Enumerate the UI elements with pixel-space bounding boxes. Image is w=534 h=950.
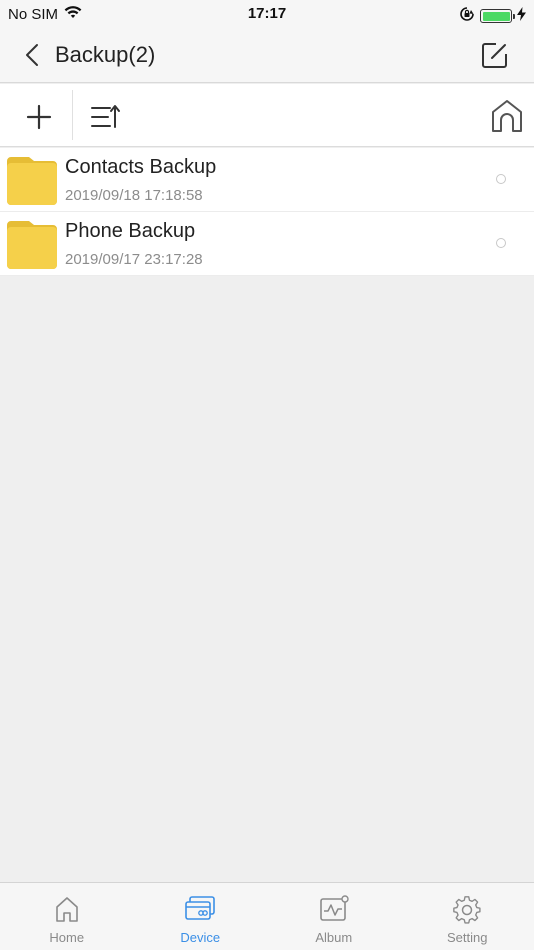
home-outline-icon [492,100,522,132]
tab-bar: Home Device Album Setting [0,882,534,950]
battery-icon [480,9,515,23]
device-icon [185,896,216,920]
tab-album[interactable]: Album [267,883,401,950]
tab-setting[interactable]: Setting [401,883,534,950]
home-icon [55,897,78,922]
edit-button[interactable] [480,40,510,70]
tab-label: Device [180,930,221,945]
file-list: Contacts Backup 2019/09/18 17:18:58 Phon… [0,148,534,276]
sort-button[interactable] [88,100,122,134]
toolbar-divider [72,90,73,140]
file-date: 2019/09/18 17:18:58 [65,187,203,204]
plus-icon [26,104,52,130]
status-time: 17:17 [247,5,287,22]
toolbar [0,84,534,147]
orientation-lock-icon [459,6,475,26]
chevron-left-icon [26,44,38,66]
file-name: Phone Backup [65,220,196,242]
status-bar: No SIM 17:17 [0,0,534,28]
page-title: Backup(2) [55,42,156,67]
add-button[interactable] [22,100,56,134]
tab-device[interactable]: Device [134,883,268,950]
back-button[interactable] [18,40,48,70]
list-item[interactable]: Contacts Backup 2019/09/18 17:18:58 [0,148,534,212]
navigation-bar: Backup(2) [0,28,534,83]
status-right [459,6,526,26]
tab-label: Home [49,930,85,945]
list-item[interactable]: Phone Backup 2019/09/17 23:17:28 [0,212,534,276]
file-name: Contacts Backup [65,156,217,178]
tab-home[interactable]: Home [0,883,134,950]
tab-label: Setting [447,930,488,945]
charging-icon [517,7,526,25]
edit-icon [482,43,507,68]
home-shortcut-button[interactable] [490,98,524,134]
gear-icon [453,896,481,924]
select-radio[interactable] [496,238,506,248]
file-date: 2019/09/17 23:17:28 [65,251,203,268]
sort-icon [91,105,120,128]
tab-label: Album [315,930,353,945]
album-icon [319,895,349,921]
folder-icon [7,157,57,205]
folder-icon [7,221,57,269]
select-radio[interactable] [496,174,506,184]
battery-fill [482,11,510,21]
